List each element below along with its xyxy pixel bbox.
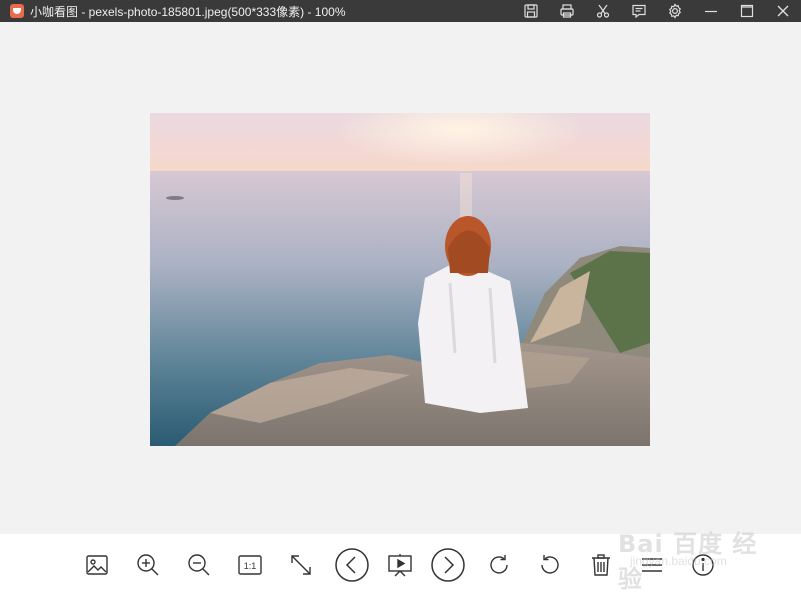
slideshow-icon: [388, 554, 412, 577]
previous-image-button[interactable]: [335, 548, 369, 582]
cut-button[interactable]: [585, 0, 621, 22]
window-title: 小咖看图 - pexels-photo-185801.jpeg(500*333像…: [30, 4, 346, 19]
fit-screen-button[interactable]: [284, 548, 318, 582]
rotate-clockwise-icon: [490, 555, 508, 574]
minimize-icon: [705, 10, 717, 13]
menu-icon: [642, 558, 662, 572]
actual-size-button[interactable]: 1:1: [233, 548, 267, 582]
settings-button[interactable]: [657, 0, 693, 22]
zoom-out-icon: [188, 554, 210, 576]
trash-icon: [592, 554, 610, 576]
rotate-counterclockwise-icon: [541, 555, 559, 574]
print-icon: [560, 4, 574, 18]
image-icon: [86, 555, 108, 575]
feedback-button[interactable]: [621, 0, 657, 22]
save-icon: [524, 4, 538, 18]
chevron-right-icon: [431, 548, 465, 582]
displayed-photo[interactable]: [150, 113, 650, 446]
maximize-icon: [740, 4, 754, 18]
zoom-out-button[interactable]: [182, 548, 216, 582]
minimize-button[interactable]: [693, 0, 729, 22]
zoom-in-button[interactable]: [131, 548, 165, 582]
zoom-in-icon: [137, 554, 159, 576]
open-image-button[interactable]: [80, 548, 114, 582]
photo-sea-sunset-woman: [150, 113, 650, 446]
save-button[interactable]: [513, 0, 549, 22]
expand-arrows-icon: [291, 555, 311, 575]
rotate-counterclockwise-button[interactable]: [533, 548, 567, 582]
next-image-button[interactable]: [431, 548, 465, 582]
chevron-left-icon: [335, 548, 369, 582]
app-logo-icon: [10, 4, 24, 18]
info-button[interactable]: [686, 548, 720, 582]
cut-icon: [596, 4, 610, 18]
menu-button[interactable]: [635, 548, 669, 582]
close-button[interactable]: [765, 0, 801, 22]
delete-button[interactable]: [584, 548, 618, 582]
title-bar[interactable]: 小咖看图 - pexels-photo-185801.jpeg(500*333像…: [0, 0, 801, 22]
maximize-button[interactable]: [729, 0, 765, 22]
image-viewer-window: 小咖看图 - pexels-photo-185801.jpeg(500*333像…: [0, 0, 801, 596]
title-actions: [513, 0, 801, 22]
actual-size-label: 1:1: [244, 561, 257, 571]
bottom-toolbar: 1:1: [0, 534, 801, 596]
info-icon: [692, 554, 714, 576]
settings-icon: [669, 3, 681, 19]
close-icon: [777, 5, 789, 17]
rotate-clockwise-button[interactable]: [482, 548, 516, 582]
slideshow-button[interactable]: [383, 548, 417, 582]
feedback-icon: [632, 4, 646, 19]
image-canvas[interactable]: [0, 22, 801, 534]
actual-size-icon: 1:1: [238, 555, 262, 575]
print-button[interactable]: [549, 0, 585, 22]
